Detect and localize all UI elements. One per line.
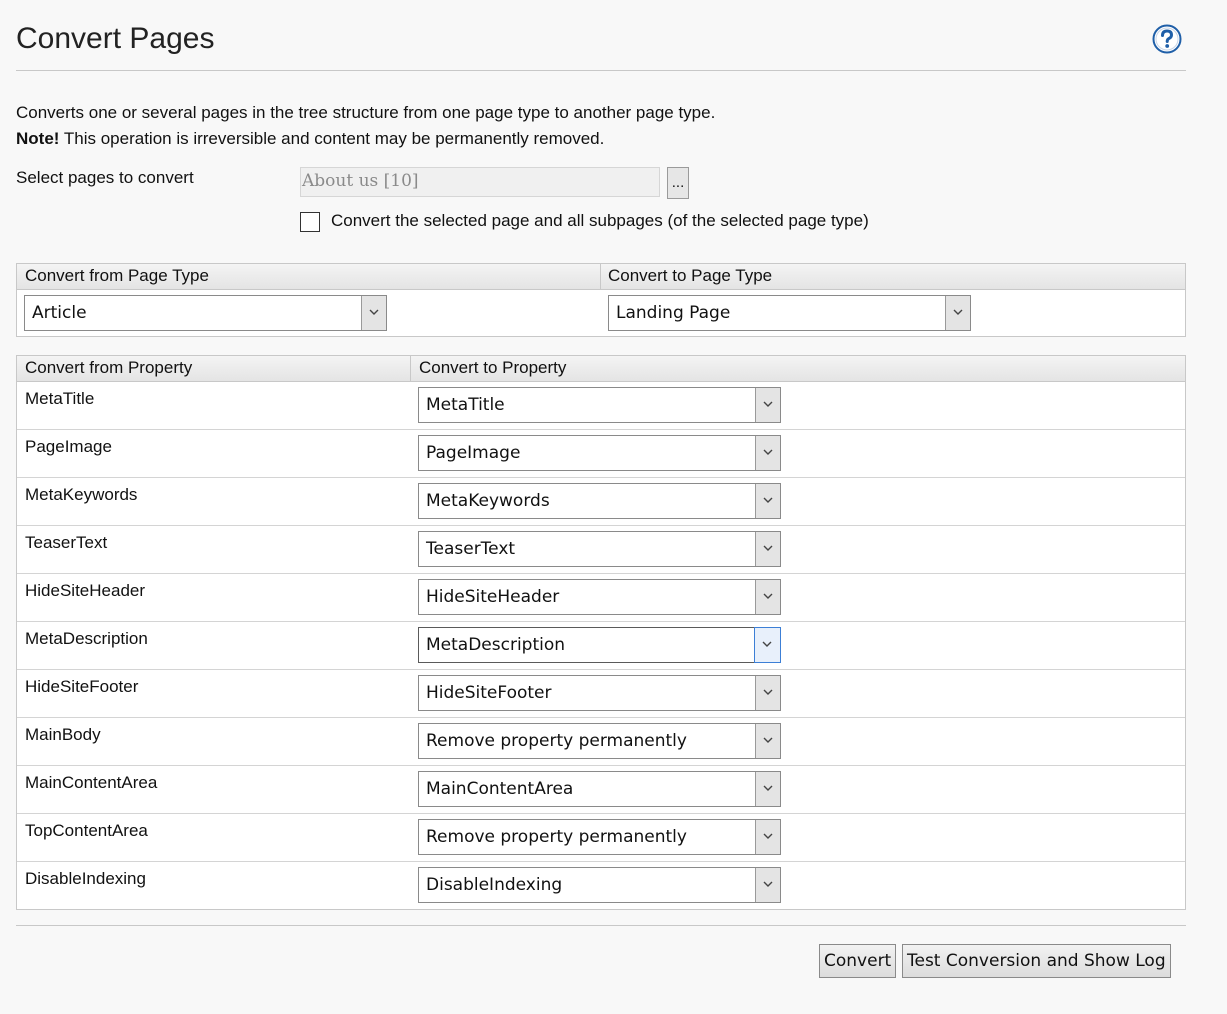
to-property-value: HideSiteHeader [426,587,560,607]
from-property-label: TopContentArea [25,821,148,840]
to-property-value: Remove property permanently [426,731,687,751]
chevron-down-icon [755,388,780,422]
selected-page-field[interactable]: About us [10] [300,167,660,197]
table-row: MainBody Remove property permanently [17,718,1185,766]
column-divider [600,264,601,289]
warning-note: Note! This operation is irreversible and… [16,126,715,152]
property-table-header: Convert from Property Convert to Propert… [17,356,1185,382]
from-page-type-header: Convert from Page Type [25,266,209,285]
to-property-value: HideSiteFooter [426,683,552,703]
chevron-down-icon [755,772,780,806]
to-property-value: MetaDescription [426,635,566,655]
to-property-select[interactable]: DisableIndexing [418,867,781,903]
from-property-label: MainBody [25,725,101,744]
to-property-select[interactable]: TeaserText [418,531,781,567]
chevron-down-icon [755,868,780,902]
to-property-select[interactable]: MetaKeywords [418,483,781,519]
browse-pages-button[interactable]: ... [667,167,689,199]
from-property-header: Convert from Property [25,358,193,377]
actions-divider [16,925,1186,926]
to-page-type-select[interactable]: Landing Page [608,295,971,331]
chevron-down-icon [361,296,386,330]
chevron-down-icon [754,627,781,663]
table-row: MetaTitle MetaTitle [17,382,1185,430]
from-property-label: MetaTitle [25,389,95,408]
from-property-label: MetaDescription [25,629,148,648]
from-page-type-select[interactable]: Article [24,295,387,331]
to-page-type-header: Convert to Page Type [608,266,773,285]
note-text: This operation is irreversible and conte… [59,129,605,148]
table-row: TeaserText TeaserText [17,526,1185,574]
chevron-down-icon [755,580,780,614]
note-label: Note! [16,129,60,148]
table-row: PageImage PageImage [17,430,1185,478]
select-pages-label: Select pages to convert [16,168,194,187]
table-row: MetaKeywords MetaKeywords [17,478,1185,526]
to-property-header: Convert to Property [419,358,567,377]
table-row: HideSiteFooter HideSiteFooter [17,670,1185,718]
from-property-label: PageImage [25,437,112,456]
chevron-down-icon [755,724,780,758]
from-property-label: MainContentArea [25,773,158,792]
to-property-value: MainContentArea [426,779,574,799]
chevron-down-icon [755,820,780,854]
chevron-down-icon [755,676,780,710]
to-property-select[interactable]: MetaDescription [418,627,781,663]
from-page-type-value: Article [32,303,87,323]
to-property-select[interactable]: HideSiteHeader [418,579,781,615]
from-property-label: HideSiteFooter [25,677,139,696]
page-type-table: Convert from Page Type Convert to Page T… [16,263,1186,337]
property-mapping-table: Convert from Property Convert to Propert… [16,355,1186,910]
table-row: DisableIndexing DisableIndexing [17,862,1185,909]
column-divider [410,356,411,381]
table-row: HideSiteHeader HideSiteHeader [17,574,1185,622]
table-row: TopContentArea Remove property permanentl… [17,814,1185,862]
from-property-label: MetaKeywords [25,485,138,504]
to-property-select[interactable]: Remove property permanently [418,819,781,855]
to-page-type-value: Landing Page [616,303,731,323]
convert-button[interactable]: Convert [819,944,897,978]
to-property-select[interactable]: MainContentArea [418,771,781,807]
to-property-value: Remove property permanently [426,827,687,847]
to-property-select[interactable]: HideSiteFooter [418,675,781,711]
to-property-select[interactable]: PageImage [418,435,781,471]
page-type-table-header: Convert from Page Type Convert to Page T… [17,264,1185,290]
property-rows: MetaTitle MetaTitle PageImage PageImage Meta… [17,382,1185,909]
to-property-value: PageImage [426,443,521,463]
include-subpages-checkbox[interactable] [300,212,320,232]
title-divider [16,70,1186,71]
page-title: Convert Pages [16,22,215,55]
test-conversion-button[interactable]: Test Conversion and Show Log [902,944,1171,978]
description: Converts one or several pages in the tre… [16,100,715,152]
table-row: MetaDescription MetaDescription [17,622,1185,670]
chevron-down-icon [945,296,970,330]
table-row: MainContentArea MainContentArea [17,766,1185,814]
chevron-down-icon [755,532,780,566]
chevron-down-icon [755,484,780,518]
from-property-label: DisableIndexing [25,869,146,888]
page-type-row: Article Landing Page [17,290,1185,336]
to-property-select[interactable]: Remove property permanently [418,723,781,759]
to-property-value: MetaTitle [426,395,505,415]
from-property-label: TeaserText [25,533,108,552]
question-circle-icon[interactable] [1152,24,1182,54]
to-property-value: TeaserText [426,539,516,559]
to-property-value: MetaKeywords [426,491,550,511]
chevron-down-icon [755,436,780,470]
to-property-select[interactable]: MetaTitle [418,387,781,423]
description-text: Converts one or several pages in the tre… [16,103,716,122]
to-property-value: DisableIndexing [426,875,563,895]
include-subpages-label: Convert the selected page and all subpag… [331,211,869,230]
from-property-label: HideSiteHeader [25,581,146,600]
